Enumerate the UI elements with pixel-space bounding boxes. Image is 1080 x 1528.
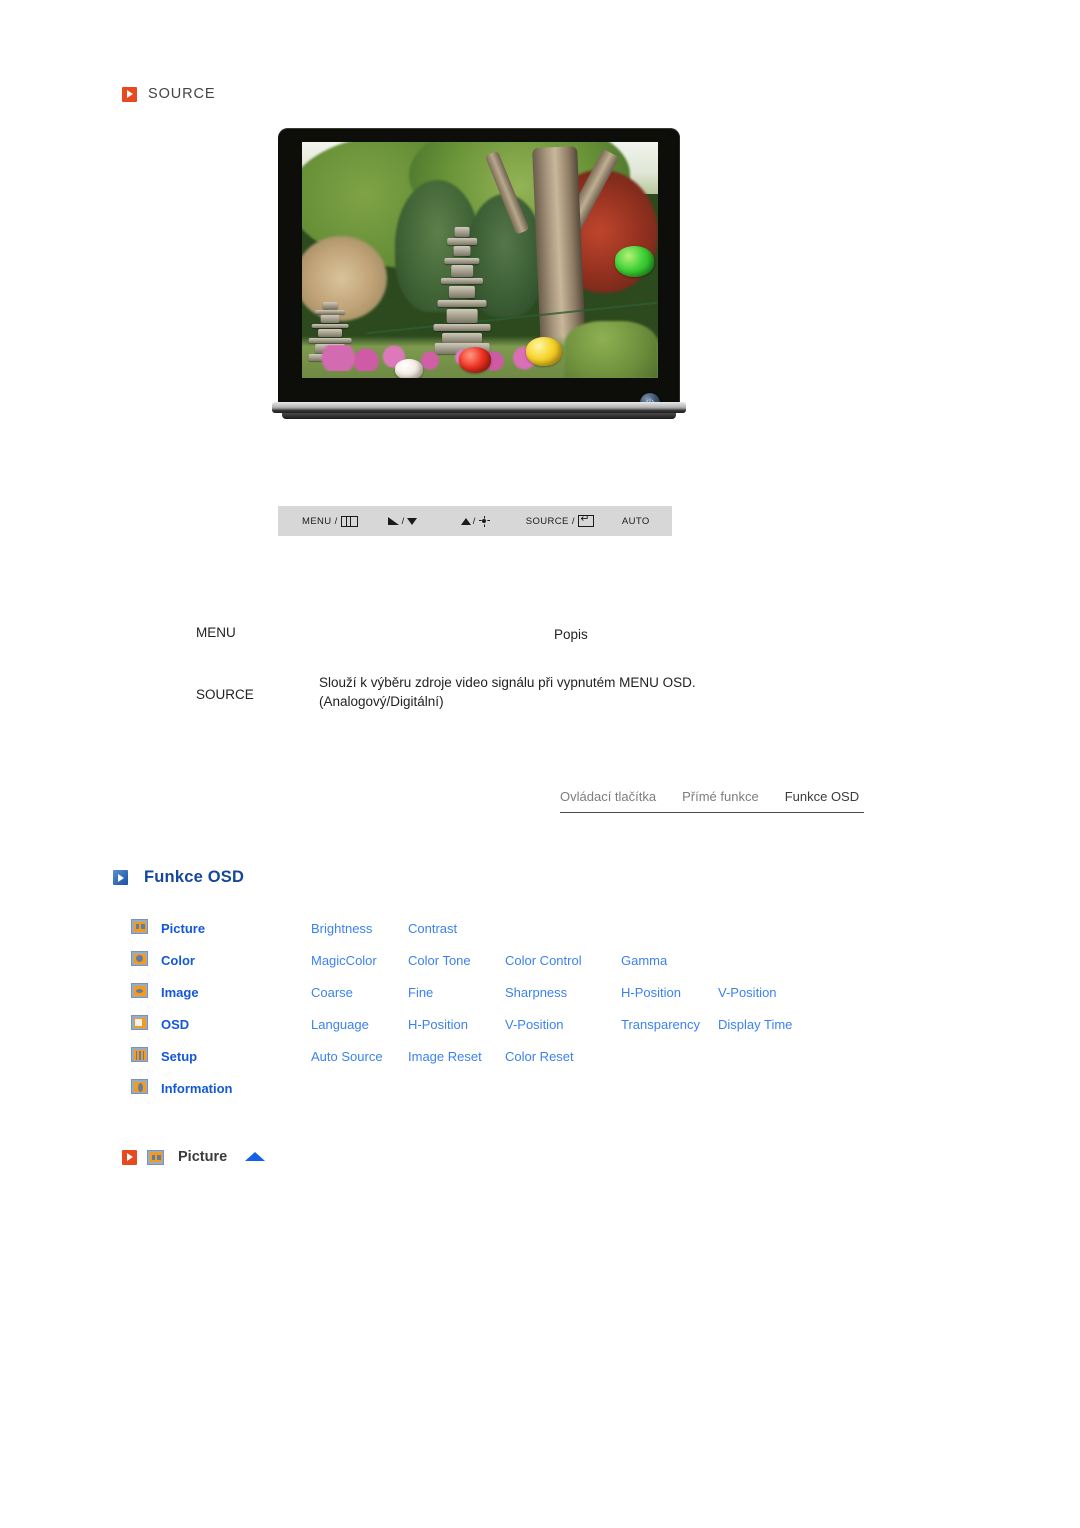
table-row: Color MagicColor Color Tone Color Contro…	[131, 944, 815, 976]
control-auto-button[interactable]: AUTO	[622, 516, 650, 527]
osd-item-gamma[interactable]: Gamma	[621, 944, 718, 976]
row-description-line-2: (Analogový/Digitální)	[319, 694, 444, 710]
control-menu-button[interactable]: MENU /	[302, 515, 358, 527]
osd-category-information[interactable]: Information	[161, 1072, 311, 1104]
monitor-bezel: ⏻	[278, 128, 680, 413]
red-arrow-bullet-icon	[122, 1149, 137, 1165]
red-lantern	[458, 347, 491, 374]
osd-item-color-tone[interactable]: Color Tone	[408, 944, 505, 976]
white-lantern	[394, 359, 424, 378]
monitor-base	[282, 413, 676, 419]
osd-item-color-control[interactable]: Color Control	[505, 944, 621, 976]
osd-item-color-reset[interactable]: Color Reset	[505, 1040, 621, 1072]
osd-function-table: Picture Brightness Contrast Color MagicC…	[131, 912, 815, 1104]
tab-prime-funkce[interactable]: Přímé funkce	[682, 789, 759, 804]
triangle-down-icon	[406, 517, 417, 525]
osd-item-image-reset[interactable]: Image Reset	[408, 1040, 505, 1072]
table-header-row: MENU Popis	[196, 625, 836, 645]
monitor-control-panel: MENU / / / SOURCE / AUTO	[278, 506, 672, 536]
control-auto-label: AUTO	[621, 515, 650, 527]
osd-category-color[interactable]: Color	[161, 944, 311, 976]
scroll-to-top-arrow-icon[interactable]	[245, 1151, 266, 1161]
triangle-up-icon	[460, 517, 471, 525]
osd-item-brightness[interactable]: Brightness	[311, 912, 408, 944]
control-slash-1: /	[401, 515, 405, 527]
osd-item-v-position-osd[interactable]: V-Position	[505, 1008, 621, 1040]
column-header-popis: Popis	[554, 627, 588, 642]
osd-item-h-position-image[interactable]: H-Position	[621, 976, 718, 1008]
garden-photo	[302, 142, 658, 378]
osd-icon	[131, 1015, 148, 1030]
page-title: Funkce OSD	[144, 868, 245, 886]
color-icon	[131, 951, 148, 966]
osd-item-v-position-image[interactable]: V-Position	[718, 976, 815, 1008]
stone-pagoda	[433, 226, 491, 355]
osd-category-setup[interactable]: Setup	[161, 1040, 311, 1072]
table-row: Information	[131, 1072, 815, 1104]
control-source-enter-button[interactable]: SOURCE /	[525, 512, 594, 527]
row-description-line-1: Slouží k výběru zdroje video signálu při…	[319, 674, 696, 690]
osd-item-auto-source[interactable]: Auto Source	[311, 1040, 408, 1072]
control-brightness-up-button[interactable]: /	[460, 515, 490, 527]
picture-subsection-title: Picture	[178, 1149, 228, 1165]
monitor-stand-strip	[272, 402, 686, 413]
tab-funkce-osd[interactable]: Funkce OSD	[785, 789, 859, 804]
osd-category-image[interactable]: Image	[161, 976, 311, 1008]
osd-item-contrast[interactable]: Contrast	[408, 912, 505, 944]
row-description: Slouží k výběru zdroje video signálu při…	[319, 673, 836, 712]
section-nav-tabs: Ovládací tlačítka Přímé funkce Funkce OS…	[560, 789, 864, 813]
image-icon	[131, 983, 148, 998]
picture-icon	[131, 919, 148, 934]
menu-description-table: MENU Popis SOURCE Slouží k výběru zdroje…	[196, 625, 836, 712]
enter-key-icon	[577, 512, 594, 527]
information-icon	[131, 1079, 148, 1094]
control-volume-down-button[interactable]: /	[387, 515, 417, 527]
table-row: Setup Auto Source Image Reset Color Rese…	[131, 1040, 815, 1072]
table-row: SOURCE Slouží k výběru zdroje video sign…	[196, 673, 836, 712]
table-row: OSD Language H-Position V-Position Trans…	[131, 1008, 815, 1040]
source-section-label: SOURCE	[148, 86, 216, 102]
control-slash-2: /	[472, 515, 476, 527]
osd-item-coarse[interactable]: Coarse	[311, 976, 408, 1008]
volume-icon	[387, 517, 400, 525]
monitor-screen	[302, 142, 658, 378]
row-menu-name: SOURCE	[196, 686, 254, 702]
tab-ovladaci-tlacitka[interactable]: Ovládací tlačítka	[560, 789, 656, 804]
osd-item-fine[interactable]: Fine	[408, 976, 505, 1008]
brightness-sun-icon	[479, 516, 490, 527]
osd-item-language[interactable]: Language	[311, 1008, 408, 1040]
osd-item-transparency[interactable]: Transparency	[621, 1008, 718, 1040]
setup-icon	[131, 1047, 148, 1062]
osd-category-picture[interactable]: Picture	[161, 912, 311, 944]
picture-subsection-header: Picture	[122, 1149, 266, 1165]
picture-icon	[147, 1149, 164, 1165]
osd-item-display-time[interactable]: Display Time	[718, 1008, 815, 1040]
green-lantern	[615, 245, 655, 277]
osd-item-h-position-osd[interactable]: H-Position	[408, 1008, 505, 1040]
control-menu-label: MENU /	[302, 515, 338, 527]
osd-item-sharpness[interactable]: Sharpness	[505, 976, 621, 1008]
yellow-lantern	[526, 336, 562, 367]
source-section-header: SOURCE	[122, 86, 215, 102]
osd-category-osd[interactable]: OSD	[161, 1008, 311, 1040]
blue-arrow-bullet-icon	[113, 870, 128, 885]
menu-grid-icon	[340, 515, 358, 527]
column-header-menu: MENU	[196, 625, 236, 640]
control-source-label: SOURCE /	[525, 515, 575, 527]
table-row: Picture Brightness Contrast	[131, 912, 815, 944]
osd-item-magiccolor[interactable]: MagicColor	[311, 944, 408, 976]
red-arrow-bullet-icon	[122, 86, 137, 102]
table-row: Image Coarse Fine Sharpness H-Position V…	[131, 976, 815, 1008]
monitor-illustration: ⏻	[272, 128, 686, 430]
funkce-osd-heading: Funkce OSD	[113, 868, 244, 887]
